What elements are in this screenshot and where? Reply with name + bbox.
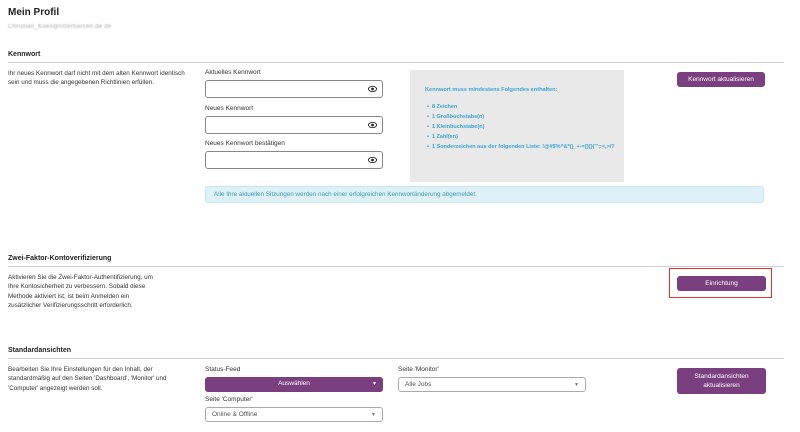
eye-icon[interactable] xyxy=(368,85,377,93)
password-heading: Kennwort xyxy=(8,51,41,58)
default-views-divider xyxy=(8,358,784,359)
status-feed-label: Status-Feed xyxy=(205,366,241,373)
requirement-item: 8 Zeichen xyxy=(427,102,617,112)
monitor-page-label: Seite 'Monitor' xyxy=(398,366,439,373)
chevron-down-icon: ▼ xyxy=(372,381,377,387)
eye-icon[interactable] xyxy=(368,121,377,129)
password-description: Ihr neues Kennwort darf nicht mit dem al… xyxy=(8,70,185,87)
page-title: Mein Profil xyxy=(8,7,60,18)
chevron-down-icon: ▼ xyxy=(371,412,376,418)
new-password-label: Neues Kennwort xyxy=(205,105,254,112)
status-feed-value: Auswählen xyxy=(278,380,310,387)
default-views-heading: Standardansichten xyxy=(8,347,72,354)
confirm-password-field[interactable] xyxy=(205,151,383,169)
requirement-item: 1 Großbuchstabe(n) xyxy=(427,112,617,122)
default-views-description: Bearbeiten Sie Ihre Einstellungen für de… xyxy=(8,366,167,392)
two-factor-description: Aktivieren Sie die Zwei-Faktor-Authentif… xyxy=(8,274,153,310)
update-default-views-button[interactable]: Standardansichten aktualisieren xyxy=(677,368,766,394)
eye-icon[interactable] xyxy=(368,156,377,164)
confirm-password-label: Neues Kennwort bestätigen xyxy=(205,140,285,147)
requirement-item: 1 Sonderzeichen aus der folgenden Liste:… xyxy=(427,142,617,152)
password-divider xyxy=(8,62,784,63)
new-password-field[interactable] xyxy=(205,116,383,134)
monitor-page-value: Alle Jobs xyxy=(405,381,432,388)
session-info-banner: Alle Ihre aktuellen Sitzungen werden nac… xyxy=(205,186,764,203)
computer-page-label: Seite 'Computer' xyxy=(205,396,253,403)
user-email: Christian_Koell@ritterbarcelt.de de xyxy=(8,24,112,30)
update-password-button[interactable]: Kennwort aktualisieren xyxy=(677,72,765,87)
requirements-title: Kennwort muss mindestens Folgendes entha… xyxy=(425,87,558,93)
password-requirements-box: Kennwort muss mindestens Folgendes entha… xyxy=(410,70,624,182)
current-password-field[interactable] xyxy=(205,80,383,98)
computer-page-value: Online & Offline xyxy=(212,411,258,418)
status-feed-select[interactable]: Auswählen ▼ xyxy=(205,377,383,392)
chevron-down-icon: ▼ xyxy=(574,382,579,388)
two-factor-divider xyxy=(8,266,784,267)
requirement-item: 1 Kleinbuchstabe(n) xyxy=(427,122,617,132)
requirements-list: 8 Zeichen 1 Großbuchstabe(n) 1 Kleinbuch… xyxy=(427,102,617,152)
highlight-box xyxy=(669,268,772,298)
monitor-page-select[interactable]: Alle Jobs ▼ xyxy=(398,377,586,392)
computer-page-select[interactable]: Online & Offline ▼ xyxy=(205,407,383,422)
two-factor-heading: Zwei-Faktor-Kontoverifizierung xyxy=(8,255,112,262)
requirement-item: 1 Zahl(en) xyxy=(427,132,617,142)
current-password-label: Aktuelles Kennwort xyxy=(205,69,261,76)
